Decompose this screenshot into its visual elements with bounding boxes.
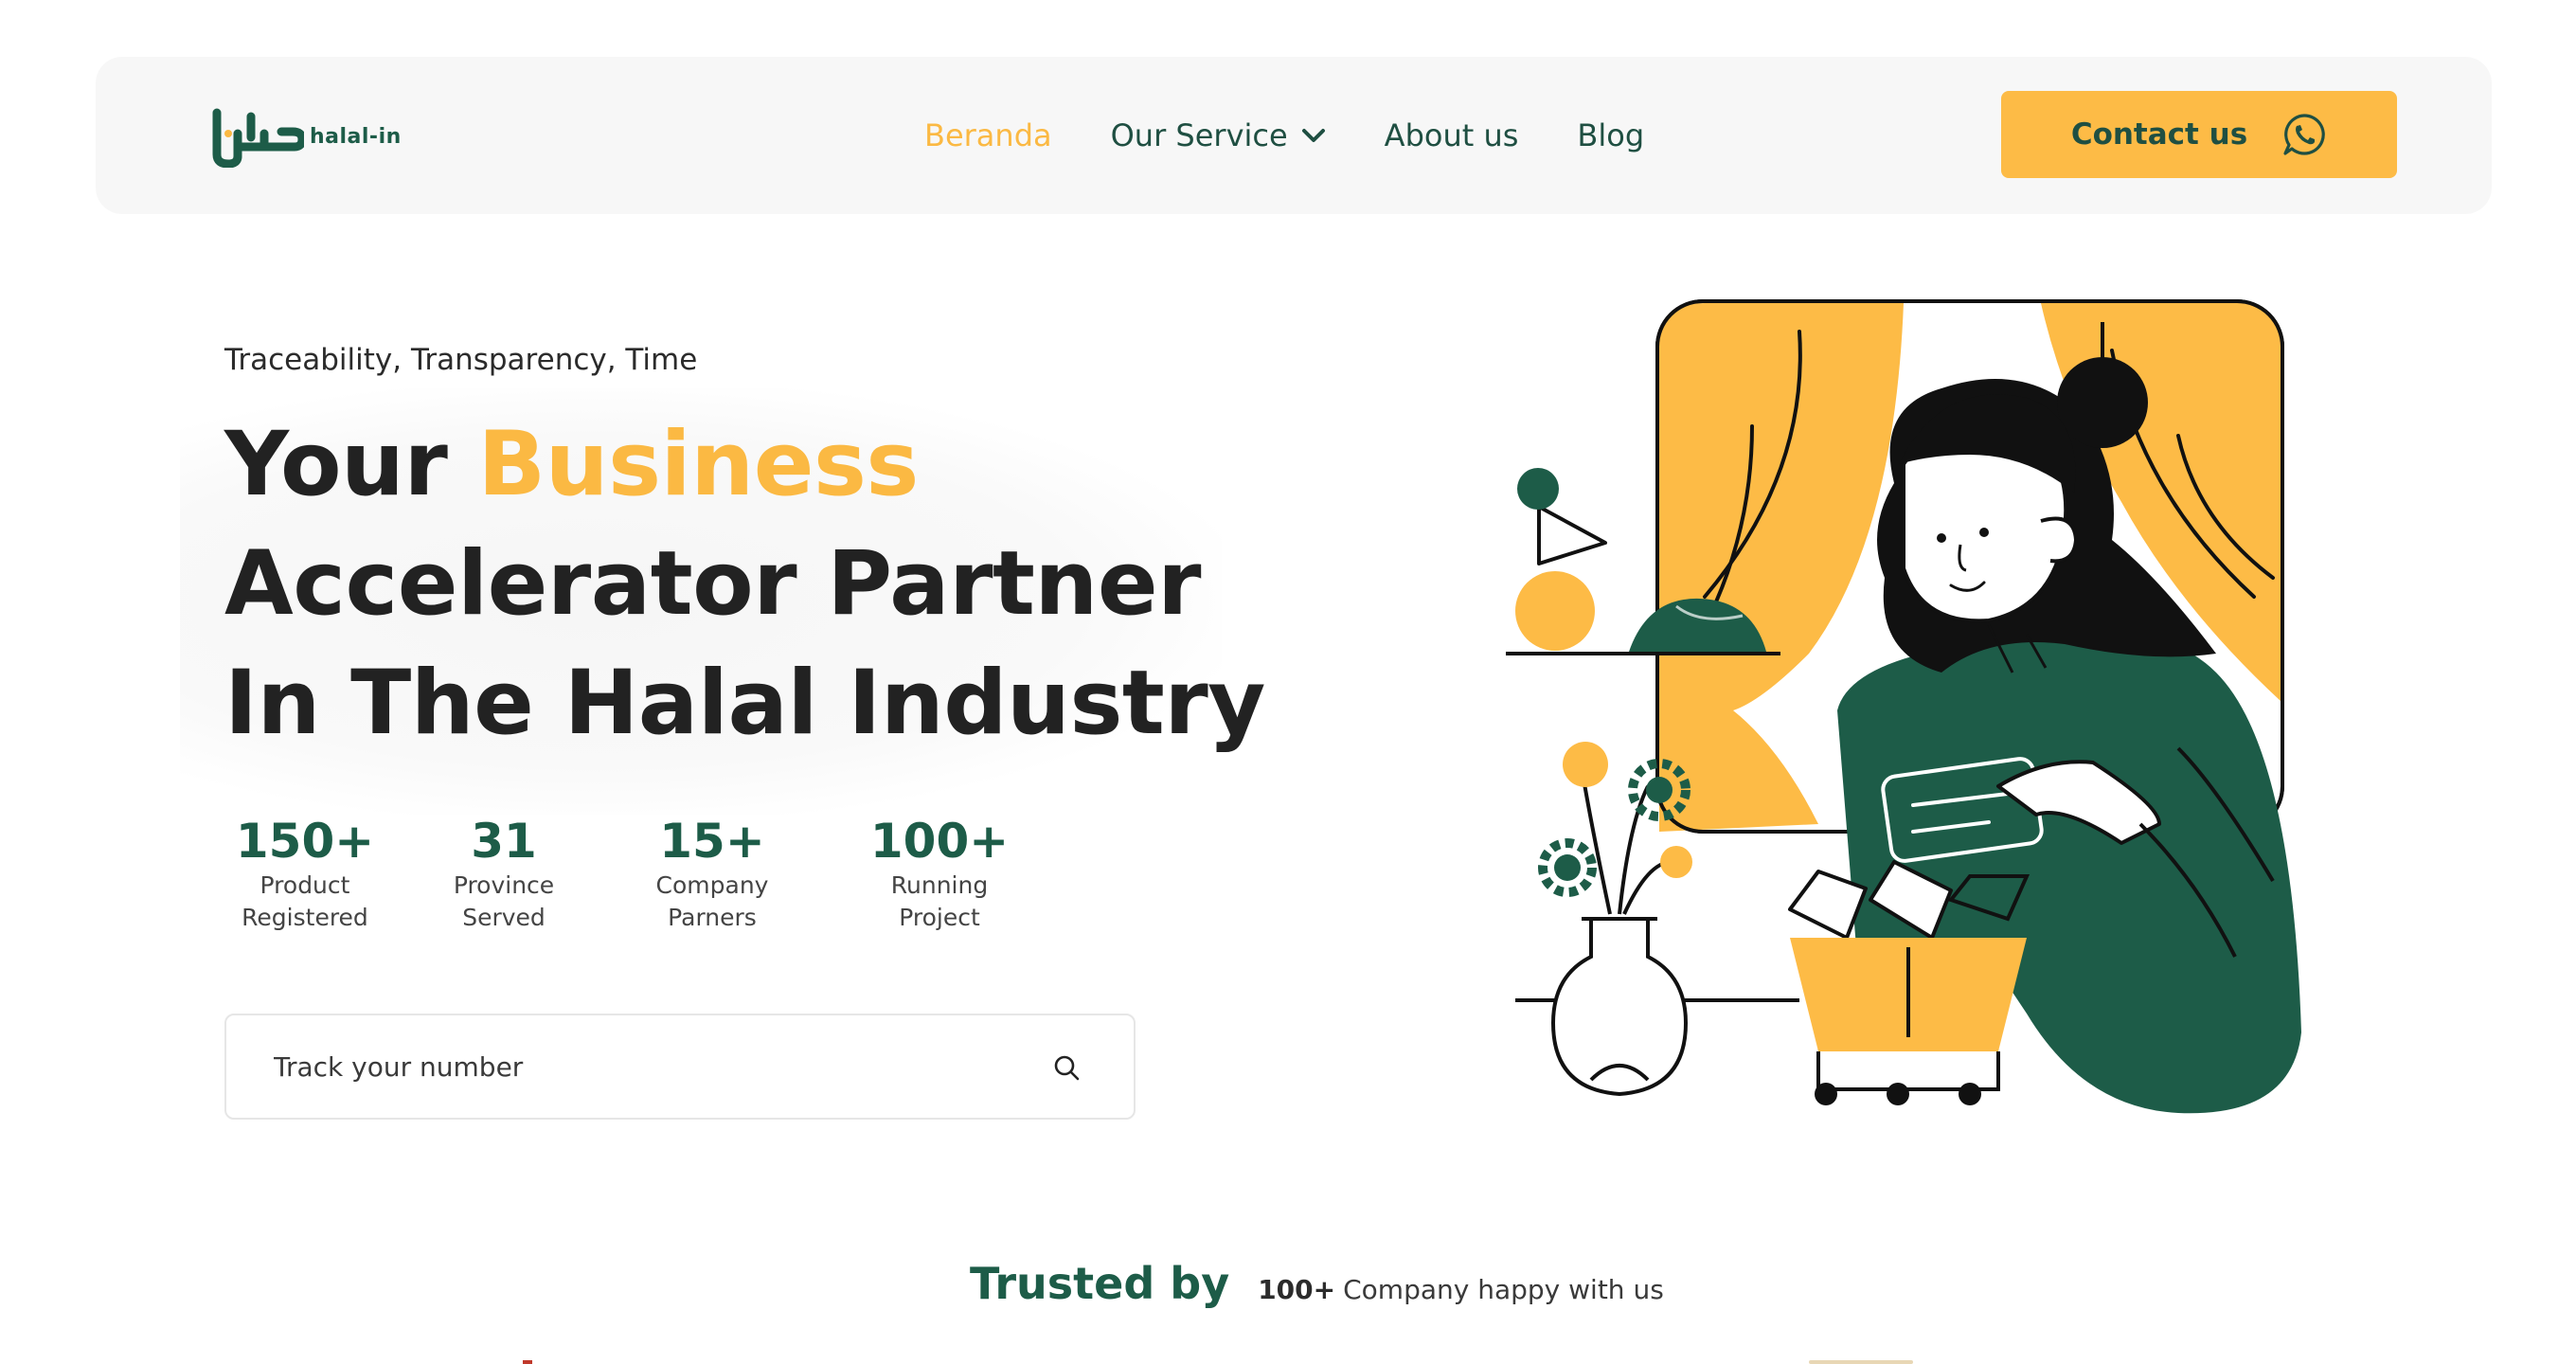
stat-province-served: 31 Province Served: [442, 813, 565, 934]
stat-product-registered: 150+ Product Registered: [224, 813, 385, 934]
stat-label: Product: [259, 871, 350, 899]
shopping-basket: [1788, 860, 2030, 1105]
trusted-by-section: Trusted by 100+ Company happy with us: [970, 1258, 1664, 1309]
logo-text: halal-in: [310, 124, 402, 149]
stat-running-project: 100+ Running Project: [869, 813, 1010, 934]
track-number-input[interactable]: [274, 1050, 1012, 1083]
stat-label: Parners: [668, 904, 757, 931]
stat-label: Running: [890, 871, 989, 899]
whatsapp-icon: [2281, 112, 2327, 157]
hero-tagline: Traceability, Transparency, Time: [224, 343, 698, 377]
headline-line-3: In The Halal Industry: [224, 652, 1265, 755]
search-icon[interactable]: [1052, 1053, 1081, 1086]
trusted-count: 100+: [1258, 1274, 1336, 1305]
navbar: halal-in Beranda Our Service About us Bl…: [96, 57, 2492, 214]
stat-label: Served: [462, 904, 546, 931]
stat-label: Project: [899, 904, 980, 931]
headline-text-your: Your: [224, 413, 478, 516]
headline-line-2: Accelerator Partner: [224, 532, 1201, 636]
stat-label: Registered: [242, 904, 368, 931]
chevron-down-icon: [1301, 127, 1326, 144]
nav-item-our-service-label: Our Service: [1110, 117, 1288, 153]
nav-item-beranda[interactable]: Beranda: [924, 117, 1052, 153]
card-in-hand: [1881, 757, 2044, 863]
logo[interactable]: halal-in: [209, 99, 402, 174]
partner-logo: [523, 1360, 532, 1364]
contact-us-button[interactable]: Contact us: [2001, 91, 2397, 178]
stat-label: Province: [453, 871, 555, 899]
nav-item-our-service[interactable]: Our Service: [1111, 117, 1326, 153]
stats-row: 150+ Product Registered 31 Province Serv…: [224, 813, 1010, 934]
trusted-title: Trusted by: [970, 1258, 1230, 1309]
hero-headline: Your Business Accelerator Partner In The…: [224, 405, 1265, 763]
stat-value: 31: [471, 814, 537, 869]
nav-item-blog[interactable]: Blog: [1577, 117, 1644, 153]
stat-value: 100+: [869, 814, 1010, 869]
stat-label: Company: [655, 871, 769, 899]
partner-logo: [1809, 1360, 1913, 1364]
headline-line-1: Your Business: [224, 413, 919, 516]
main-nav: Beranda Our Service About us Blog: [924, 57, 1703, 214]
nav-item-about-us[interactable]: About us: [1385, 117, 1519, 153]
stat-company-partners: 15+ Company Parners: [646, 813, 778, 934]
headline-accent: Business: [477, 413, 920, 516]
track-search-box[interactable]: [224, 1014, 1136, 1120]
trusted-text: Company happy with us: [1343, 1274, 1664, 1305]
stat-value: 15+: [659, 814, 765, 869]
hero-illustration: [1506, 299, 2301, 1114]
halal-logo-icon: [212, 108, 304, 168]
contact-us-label: Contact us: [2070, 117, 2248, 152]
stat-value: 150+: [235, 814, 375, 869]
